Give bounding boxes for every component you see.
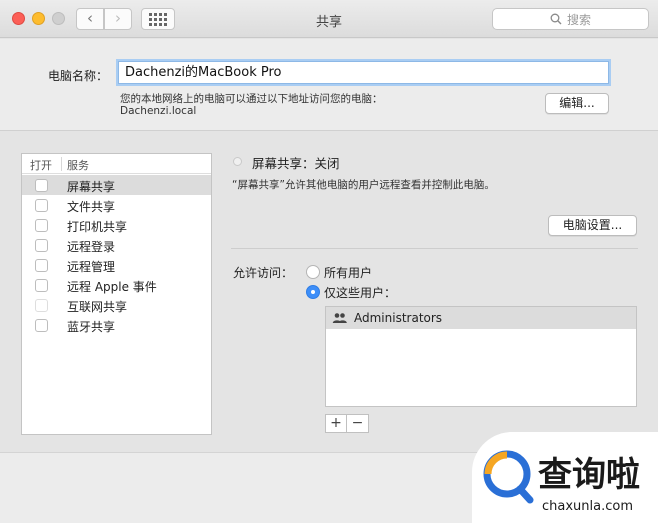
service-checkbox[interactable]	[35, 279, 48, 292]
service-label: 远程登录	[67, 240, 116, 254]
user-name: Administrators	[354, 311, 443, 325]
watermark-brand: 查询啦	[538, 455, 640, 495]
watermark-domain: chaxunla.com	[542, 499, 633, 514]
service-label: 屏幕共享	[67, 180, 116, 194]
all-users-label[interactable]: 所有用户	[324, 264, 372, 281]
service-checkbox[interactable]	[35, 239, 48, 252]
service-row-screen-sharing[interactable]: 屏幕共享	[22, 175, 211, 195]
only-these-users-label[interactable]: 仅这些用户：	[324, 284, 396, 301]
service-label: 文件共享	[67, 200, 116, 214]
search-placeholder: 搜索	[566, 12, 591, 27]
group-users-icon	[332, 313, 347, 323]
status-indicator	[233, 157, 242, 166]
column-header-open[interactable]: 打开	[30, 157, 52, 173]
services-list: 打开 服务 屏幕共享 文件共享 打印机共享 远程登录 远程管理 远程 Apple…	[21, 153, 212, 435]
only-these-users-radio[interactable]	[306, 285, 320, 299]
service-checkbox[interactable]	[35, 179, 48, 192]
computer-name-label: 电脑名称：	[48, 69, 109, 83]
services-list-header: 打开 服务	[22, 154, 211, 174]
service-checkbox[interactable]	[35, 319, 48, 332]
column-header-service[interactable]: 服务	[67, 157, 89, 173]
computer-name-input[interactable]: Dachenzi的MacBook Pro	[118, 61, 609, 84]
service-checkbox[interactable]	[35, 199, 48, 212]
service-row-printer-sharing[interactable]: 打印机共享	[22, 215, 211, 235]
service-label: 互联网共享	[67, 300, 128, 314]
service-label: 远程 Apple 事件	[67, 280, 157, 294]
section-divider	[231, 248, 638, 249]
edit-hostname-button[interactable]: 编辑...	[545, 93, 609, 114]
service-status-title: 屏幕共享：关闭	[252, 156, 340, 171]
watermark-logo: 查询啦 chaxunla.com	[472, 432, 658, 523]
service-row-remote-login[interactable]: 远程登录	[22, 235, 211, 255]
service-checkbox[interactable]	[35, 219, 48, 232]
user-row[interactable]: Administrators	[326, 307, 636, 329]
search-field[interactable]: 搜索	[492, 8, 649, 30]
service-row-remote-management[interactable]: 远程管理	[22, 255, 211, 275]
search-icon	[550, 13, 562, 25]
allow-access-label: 允许访问：	[233, 266, 294, 280]
service-row-internet-sharing[interactable]: 互联网共享	[22, 295, 211, 315]
local-hostname: Dachenzi.local	[120, 105, 197, 117]
service-checkbox[interactable]	[35, 299, 48, 312]
service-checkbox[interactable]	[35, 259, 48, 272]
window-titlebar: ‹ › 共享 搜索	[0, 0, 658, 38]
service-row-bluetooth-sharing[interactable]: 蓝牙共享	[22, 315, 211, 335]
service-label: 远程管理	[67, 260, 116, 274]
remove-user-button[interactable]: −	[347, 414, 369, 433]
service-label: 蓝牙共享	[67, 320, 116, 334]
computer-settings-button[interactable]: 电脑设置...	[548, 215, 637, 236]
service-label: 打印机共享	[67, 220, 128, 234]
service-row-remote-apple-events[interactable]: 远程 Apple 事件	[22, 275, 211, 295]
add-user-button[interactable]: +	[325, 414, 347, 433]
computer-name-pane	[0, 39, 658, 131]
column-divider	[61, 157, 62, 171]
service-row-file-sharing[interactable]: 文件共享	[22, 195, 211, 215]
all-users-radio[interactable]	[306, 265, 320, 279]
address-description: 您的本地网络上的电脑可以通过以下地址访问您的电脑：	[120, 93, 383, 105]
allowed-users-list: Administrators	[325, 306, 637, 407]
service-description: “屏幕共享”允许其他电脑的用户远程查看并控制此电脑。	[232, 179, 495, 191]
